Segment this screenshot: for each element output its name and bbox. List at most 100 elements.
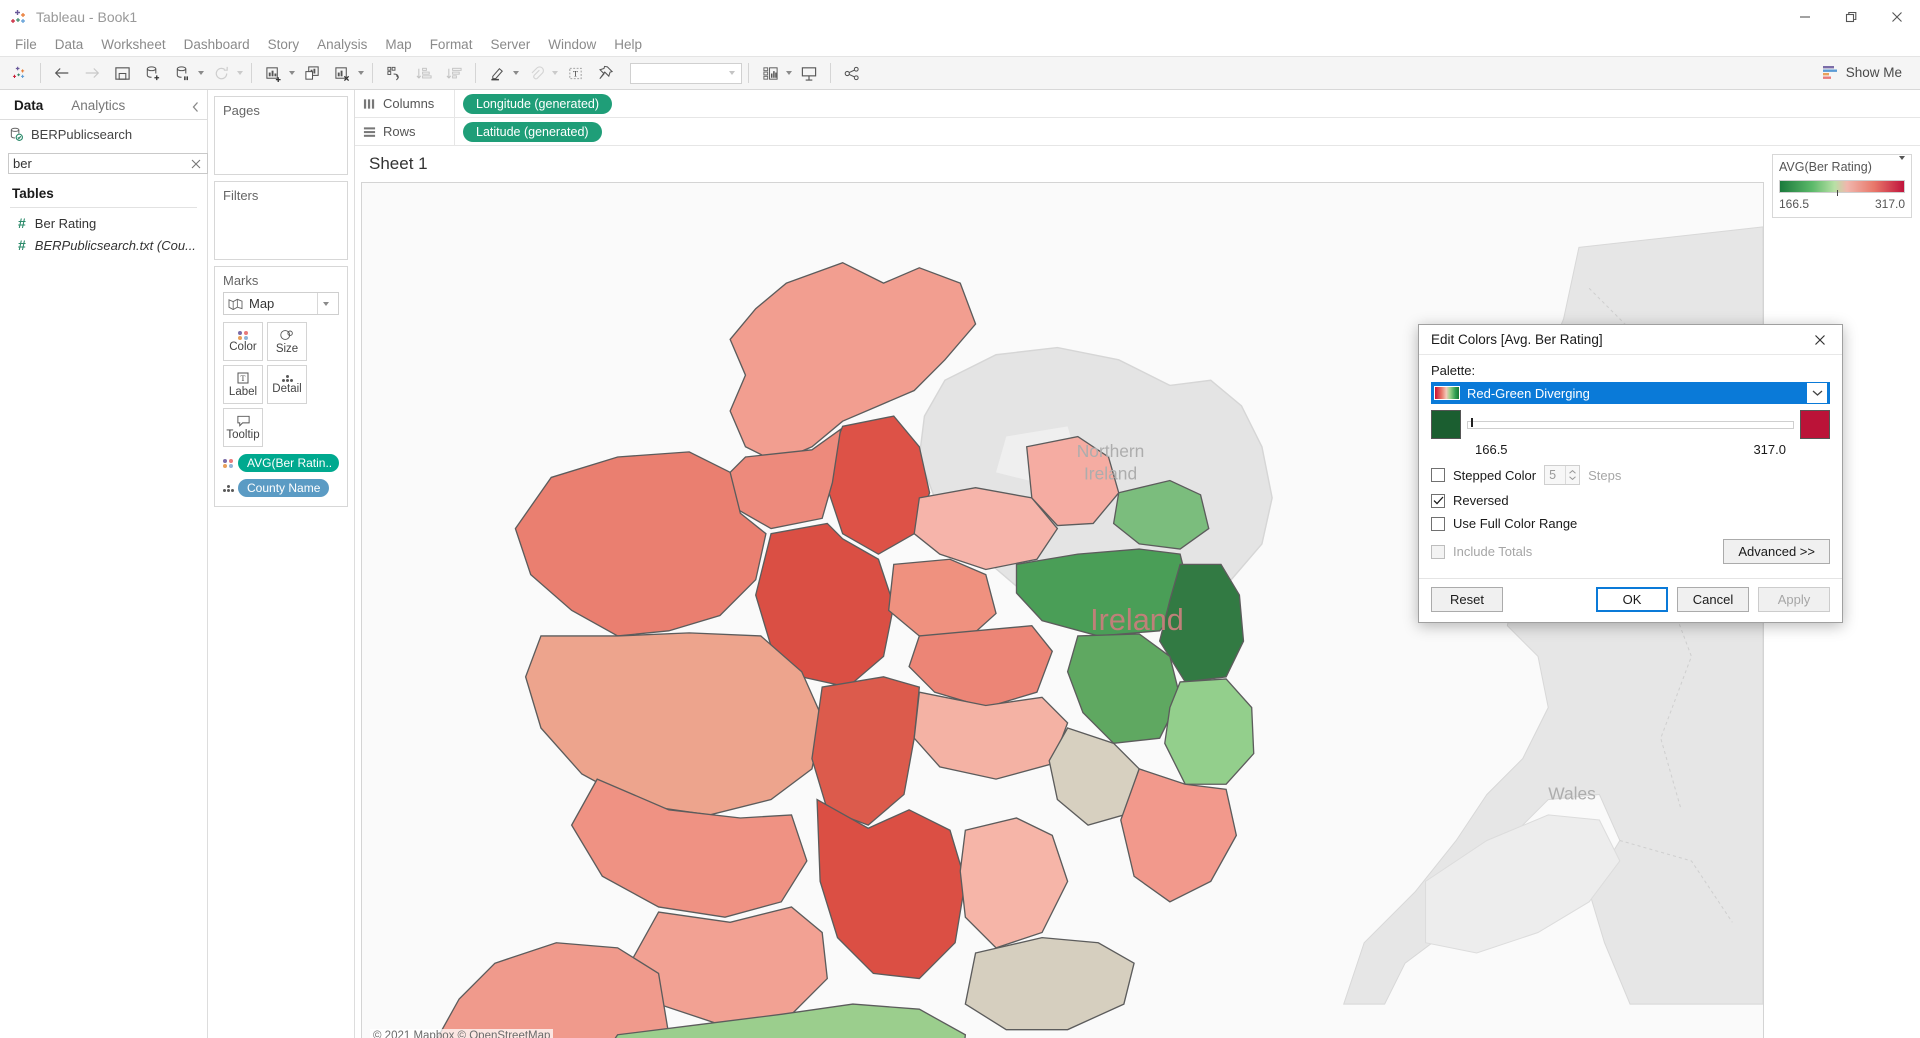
legend-color-ramp [1779,180,1905,196]
refresh-dropdown-caret-icon[interactable] [237,71,243,75]
presentation-mode-icon[interactable] [794,59,824,87]
marks-title: Marks [223,273,259,288]
menu-format[interactable]: Format [421,34,482,56]
show-mark-labels-icon[interactable]: T [560,59,590,87]
steps-stepper[interactable]: 5 [1544,465,1581,485]
clear-sheet-caret-icon[interactable] [358,71,364,75]
marks-color-button[interactable]: Color [223,322,263,361]
menu-help[interactable]: Help [605,34,651,56]
color-ramp-row [1431,410,1830,439]
use-full-color-range-checkbox[interactable] [1431,516,1445,531]
refresh-icon[interactable] [206,59,236,87]
tableau-home-icon[interactable] [4,59,34,87]
clear-search-icon[interactable] [189,159,203,169]
new-worksheet-caret-icon[interactable] [289,71,295,75]
rows-shelf[interactable]: Rows Latitude (generated) [355,118,1920,146]
start-color-swatch[interactable] [1431,410,1461,439]
ok-button[interactable]: OK [1596,587,1668,612]
cards-column: Pages Filters Marks Map Color Size T Lab… [208,90,355,1038]
show-me-icon [1821,64,1839,80]
color-ramp-frame[interactable] [1467,417,1794,429]
reversed-checkbox[interactable] [1431,493,1445,508]
fix-axes-pin-icon[interactable] [590,59,620,87]
fit-dropdown[interactable] [630,62,742,84]
new-data-source-icon[interactable] [137,59,167,87]
datasource-item[interactable]: BERPublicsearch [0,120,207,149]
sort-descending-icon[interactable] [439,59,469,87]
save-icon[interactable] [107,59,137,87]
palette-caret-icon[interactable] [1807,383,1827,403]
attach-caret-icon[interactable] [552,71,558,75]
tab-analytics[interactable]: Analytics [57,93,139,119]
menu-window[interactable]: Window [539,34,605,56]
menu-story[interactable]: Story [259,34,309,56]
cards-caret-icon[interactable] [786,71,792,75]
pill-avg-ber-rating[interactable]: AVG(Ber Ratin.. [238,454,339,472]
search-input[interactable] [13,156,189,171]
palette-swatch-icon [1434,386,1460,400]
clear-sheet-icon[interactable] [327,59,357,87]
collapse-pane-icon[interactable] [191,101,201,113]
stepped-color-checkbox[interactable] [1431,468,1445,482]
menu-dashboard[interactable]: Dashboard [175,34,259,56]
palette-dropdown[interactable]: Red-Green Diverging [1431,382,1830,404]
marks-detail-button[interactable]: Detail [267,365,307,404]
pause-auto-update-icon[interactable] [167,59,197,87]
detail-dots-icon [223,484,234,492]
filters-drop-zone[interactable] [215,207,347,259]
edit-colors-dialog[interactable]: Edit Colors [Avg. Ber Rating] Palette: R… [1418,324,1843,623]
columns-icon [363,98,376,110]
pill-latitude[interactable]: Latitude (generated) [463,121,602,142]
share-icon[interactable] [837,59,867,87]
menu-data[interactable]: Data [46,34,93,56]
undo-back-icon[interactable] [47,59,77,87]
restore-button[interactable] [1828,0,1874,34]
highlight-caret-icon[interactable] [513,71,519,75]
swap-rows-columns-icon[interactable] [379,59,409,87]
columns-drop-zone[interactable]: Longitude (generated) [455,93,1920,114]
marks-label-button[interactable]: T Label [223,365,263,404]
apply-button[interactable]: Apply [1758,587,1830,612]
duplicate-worksheet-icon[interactable] [297,59,327,87]
marks-size-button[interactable]: Size [267,322,307,361]
new-worksheet-icon[interactable] [258,59,288,87]
minimize-button[interactable] [1782,0,1828,34]
reset-button[interactable]: Reset [1431,587,1503,612]
cancel-button[interactable]: Cancel [1677,587,1749,612]
show-me-button[interactable]: Show Me [1815,61,1908,83]
menu-server[interactable]: Server [481,34,539,56]
search-box[interactable] [8,153,208,174]
redo-forward-icon[interactable] [77,59,107,87]
menu-file[interactable]: File [6,34,46,56]
pill-county-name[interactable]: County Name [238,479,330,497]
show-hide-cards-icon[interactable] [755,59,785,87]
steps-value: 5 [1549,468,1557,482]
mark-type-caret-icon[interactable] [317,293,334,314]
attach-group-icon[interactable] [521,59,551,87]
rows-drop-zone[interactable]: Latitude (generated) [455,121,1920,142]
columns-shelf[interactable]: Columns Longitude (generated) [355,90,1920,118]
menu-map[interactable]: Map [376,34,420,56]
end-color-swatch[interactable] [1800,410,1830,439]
legend-menu-caret-icon[interactable] [1899,156,1905,174]
dialog-close-icon[interactable] [1806,327,1834,353]
field-ber-rating[interactable]: # Ber Rating [0,212,207,234]
marks-tooltip-button[interactable]: Tooltip [223,408,263,447]
field-berpublicsearch-count[interactable]: # BERPublicsearch.txt (Cou... [0,234,207,256]
pill-longitude[interactable]: Longitude (generated) [463,93,613,114]
menu-analysis[interactable]: Analysis [308,34,376,56]
menu-worksheet[interactable]: Worksheet [92,34,174,56]
close-button[interactable] [1874,0,1920,34]
database-icon [9,127,24,142]
tab-data[interactable]: Data [0,93,57,119]
pause-dropdown-caret-icon[interactable] [198,71,204,75]
mark-type-dropdown[interactable]: Map [223,292,339,315]
map-mark-icon [228,297,243,310]
advanced-button[interactable]: Advanced >> [1723,539,1830,564]
reversed-row: Reversed [1431,493,1830,508]
steps-spinner-arrows[interactable] [1565,466,1579,484]
dialog-body: Palette: Red-Green Diverging 166.5 317.0… [1419,355,1842,570]
highlight-icon[interactable] [482,59,512,87]
pages-drop-zone[interactable] [215,122,347,174]
sort-ascending-icon[interactable] [409,59,439,87]
